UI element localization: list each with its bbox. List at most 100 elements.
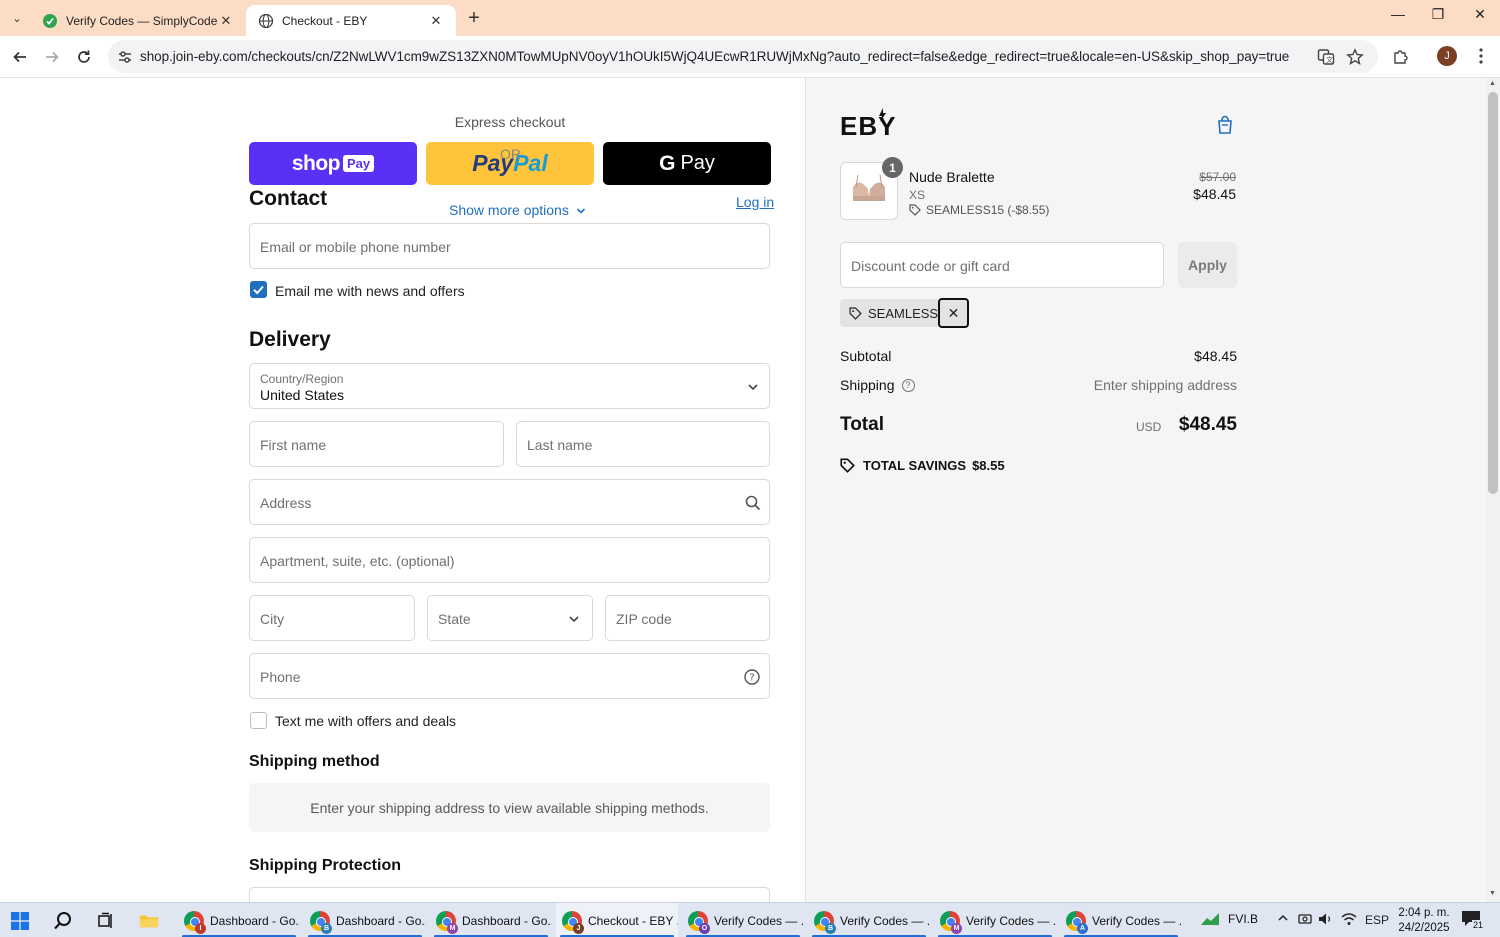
first-name-field[interactable]: First name xyxy=(249,421,504,467)
browser-menu-icon[interactable] xyxy=(1470,45,1492,67)
chevron-down-icon xyxy=(748,384,758,391)
log-in-link[interactable]: Log in xyxy=(736,194,774,210)
google-pay-button[interactable]: G Pay xyxy=(603,142,771,185)
apartment-field[interactable]: Apartment, suite, etc. (optional) xyxy=(249,537,770,583)
scroll-down-icon[interactable]: ▼ xyxy=(1489,890,1496,897)
bookmark-star-icon[interactable] xyxy=(1346,48,1364,66)
delivery-heading: Delivery xyxy=(249,328,331,351)
zip-code-field[interactable]: ZIP code xyxy=(605,595,770,641)
extensions-puzzle-icon[interactable] xyxy=(1390,45,1412,67)
help-circle-icon[interactable]: ? xyxy=(901,378,915,392)
product-discount-text: SEAMLESS15 (-$8.55) xyxy=(926,203,1050,217)
show-more-options-link[interactable]: Show more options xyxy=(449,202,586,218)
shop-pay-button[interactable]: shop Pay xyxy=(249,142,417,185)
site-settings-icon[interactable] xyxy=(116,48,134,66)
paypal-button[interactable]: OR Pay Pal xyxy=(426,142,594,185)
scrollbar-thumb[interactable] xyxy=(1488,92,1498,494)
volume-speaker-icon[interactable] xyxy=(1318,912,1334,929)
quantity-badge: 1 xyxy=(882,157,903,178)
language-indicator[interactable]: ESP xyxy=(1365,913,1389,927)
profile-initial: J xyxy=(1437,46,1457,66)
taskbar-app-dashboard-1[interactable]: I Dashboard - Go... xyxy=(178,903,300,937)
taskbar-app-label: Verify Codes — ... xyxy=(840,913,930,928)
tab-close-icon[interactable]: ✕ xyxy=(428,13,444,29)
taskbar-app-label: Verify Codes — ... xyxy=(1092,913,1182,928)
profile-badge: A xyxy=(1077,923,1088,934)
profile-badge: M xyxy=(951,923,962,934)
browser-tab-simplycodes[interactable]: Verify Codes — SimplyCodes ✕ xyxy=(30,5,246,36)
tab-title: Checkout - EBY xyxy=(282,13,368,28)
stock-ticker-widget[interactable]: FVI.B xyxy=(1200,912,1258,926)
google-g-icon: G xyxy=(659,151,676,175)
apply-discount-button[interactable]: Apply xyxy=(1178,242,1237,288)
back-arrow-icon[interactable] xyxy=(8,45,32,69)
help-circle-icon[interactable]: ? xyxy=(743,668,761,686)
taskbar-app-verify-4[interactable]: A Verify Codes — ... xyxy=(1060,903,1182,937)
notifications-icon[interactable]: 21 xyxy=(1461,909,1485,931)
tag-icon xyxy=(840,458,855,473)
country-value: United States xyxy=(260,387,345,403)
browser-tab-checkout[interactable]: Checkout - EBY ✕ xyxy=(246,5,456,36)
subtotal-value: $48.45 xyxy=(1194,348,1237,364)
svg-text:?: ? xyxy=(749,673,754,684)
total-savings: TOTAL SAVINGS $8.55 xyxy=(840,458,1005,473)
search-icon[interactable] xyxy=(53,911,73,931)
chevron-down-icon xyxy=(569,616,579,623)
tag-icon xyxy=(849,306,862,320)
translate-icon[interactable]: 文 xyxy=(1317,48,1335,66)
taskbar-app-label: Dashboard - Go... xyxy=(210,913,300,928)
remove-discount-close-icon[interactable]: ✕ xyxy=(938,298,969,328)
windows-start-icon[interactable] xyxy=(10,911,30,931)
taskbar-app-verify-2[interactable]: B Verify Codes — ... xyxy=(808,903,930,937)
address-field[interactable]: Address xyxy=(249,479,770,525)
discount-code-input[interactable]: Discount code or gift card xyxy=(840,242,1164,288)
sms-optin-checkbox[interactable] xyxy=(250,712,267,729)
brand-logo[interactable]: EBY xyxy=(840,111,896,142)
minimize-icon[interactable]: — xyxy=(1378,6,1418,22)
logo-bolt-icon xyxy=(879,108,886,122)
city-field[interactable]: City xyxy=(249,595,415,641)
address-bar[interactable]: shop.join-eby.com/checkouts/cn/Z2NwLWV1c… xyxy=(108,40,1378,73)
contact-heading: Contact xyxy=(249,187,328,210)
email-field[interactable]: Email or mobile phone number xyxy=(249,223,770,269)
last-name-field[interactable]: Last name xyxy=(516,421,770,467)
checkmark-icon xyxy=(253,285,264,295)
profile-badge: B xyxy=(825,923,836,934)
taskbar-app-verify-3[interactable]: M Verify Codes — ... xyxy=(934,903,1056,937)
shipping-protection-option[interactable] xyxy=(249,887,770,902)
task-view-icon[interactable] xyxy=(96,911,116,931)
file-explorer-folder-icon[interactable] xyxy=(139,911,159,931)
page-scrollbar[interactable]: ▲ ▼ xyxy=(1486,78,1500,902)
new-tab-plus-icon[interactable]: + xyxy=(464,7,484,30)
wifi-icon[interactable] xyxy=(1341,912,1357,929)
taskbar-app-label: Checkout - EBY ... xyxy=(588,913,678,928)
system-clock[interactable]: 2:04 p. m. 24/2/2025 xyxy=(1394,906,1454,936)
shipping-method-placeholder-box: Enter your shipping address to view avai… xyxy=(249,783,770,832)
camera-icon[interactable] xyxy=(1298,912,1312,929)
profile-avatar[interactable]: J xyxy=(1436,45,1458,67)
savings-label: TOTAL SAVINGS xyxy=(863,458,967,473)
shop-pay-logo-badge: Pay xyxy=(343,155,375,172)
email-placeholder: Email or mobile phone number xyxy=(260,239,451,255)
show-hidden-icons-chevron-up-icon[interactable] xyxy=(1277,912,1289,927)
tab-search-button[interactable]: ⌄ xyxy=(6,8,28,28)
reload-icon[interactable] xyxy=(72,45,96,69)
taskbar-app-verify-1[interactable]: O Verify Codes — ... xyxy=(682,903,804,937)
restore-icon[interactable]: ❐ xyxy=(1418,6,1458,23)
final-price: $48.45 xyxy=(1193,186,1236,202)
zip-placeholder: ZIP code xyxy=(616,611,672,627)
phone-field[interactable]: Phone ? xyxy=(249,653,770,699)
shopping-bag-icon[interactable] xyxy=(1214,114,1236,136)
email-optin-checkbox[interactable] xyxy=(250,281,267,298)
state-select[interactable]: State xyxy=(427,595,593,641)
window-close-icon[interactable]: ✕ xyxy=(1460,6,1500,23)
tab-close-icon[interactable]: ✕ xyxy=(218,13,234,29)
last-name-placeholder: Last name xyxy=(527,437,593,453)
taskbar-app-checkout[interactable]: J Checkout - EBY ... xyxy=(556,903,678,937)
country-select[interactable]: Country/Region United States xyxy=(249,363,770,409)
scroll-up-icon[interactable]: ▲ xyxy=(1489,80,1496,87)
taskbar-app-dashboard-3[interactable]: M Dashboard - Go... xyxy=(430,903,552,937)
forward-arrow-icon[interactable] xyxy=(40,45,64,69)
taskbar-app-dashboard-2[interactable]: B Dashboard - Go... xyxy=(304,903,426,937)
state-placeholder: State xyxy=(438,611,471,627)
